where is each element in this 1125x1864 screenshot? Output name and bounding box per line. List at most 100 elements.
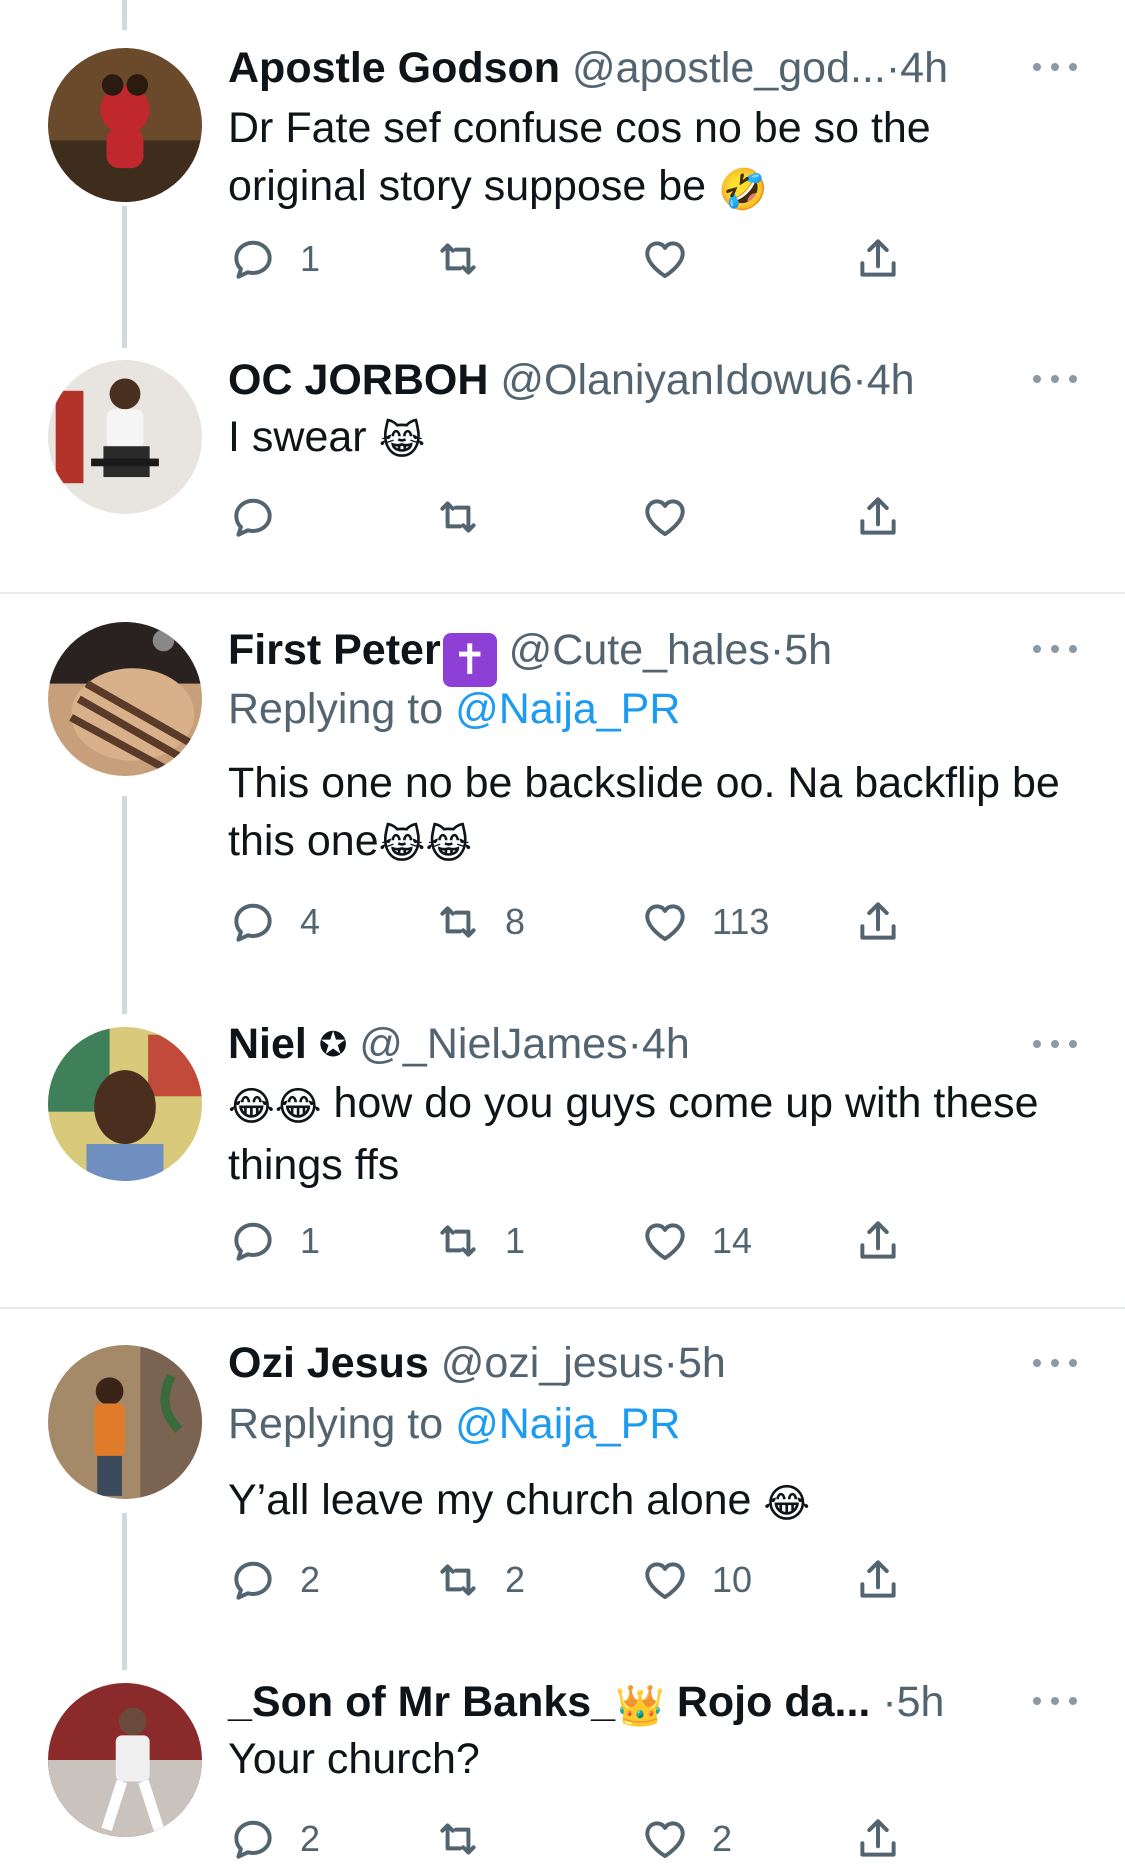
retweet-count: 1: [505, 1220, 526, 1261]
retweet-button[interactable]: 2: [433, 1555, 525, 1605]
timestamp[interactable]: 5h: [784, 626, 832, 674]
tweet-text: Your church?: [228, 1735, 480, 1783]
author-name[interactable]: OC JORBOH: [228, 356, 488, 404]
share-icon: [860, 1819, 896, 1857]
timestamp[interactable]: 4h: [642, 1020, 690, 1068]
heart-icon: [645, 241, 685, 279]
tweet-header: _Son of Mr Banks_👑 Rojo da... ·5h: [228, 1676, 1065, 1729]
tweet-header: Ozi Jesus @ozi_jesus·5h: [228, 1337, 1065, 1389]
laughing-tears-emoji: 😂😂: [228, 1084, 322, 1130]
share-icon: [860, 902, 896, 940]
author-handle[interactable]: @_NielJames: [359, 1020, 627, 1068]
author-name[interactable]: Niel: [228, 1020, 307, 1068]
share-button[interactable]: [853, 234, 903, 284]
reply-button[interactable]: 1: [228, 1216, 320, 1266]
reply-icon: [234, 1222, 272, 1261]
reply-button[interactable]: 4: [228, 897, 320, 947]
reply-count: 1: [300, 238, 321, 279]
heart-icon: [645, 1223, 685, 1261]
replying-to: Replying to @Naija_PR: [228, 682, 680, 736]
share-button[interactable]: [853, 897, 903, 947]
reply-button[interactable]: 2: [228, 1555, 320, 1605]
author-handle[interactable]: @ozi_jesus: [441, 1339, 664, 1387]
retweet-icon: [440, 1823, 476, 1855]
timestamp[interactable]: 4h: [900, 44, 948, 92]
more-options-icon[interactable]: [1033, 642, 1077, 656]
more-options-icon[interactable]: [1033, 1037, 1077, 1051]
avatar[interactable]: [48, 360, 202, 514]
more-options-icon[interactable]: [1033, 1356, 1077, 1370]
like-count: 2: [712, 1818, 733, 1859]
tweet-header: First Peter ✝ @Cute_hales·5h: [228, 624, 1065, 687]
tweet-body: I swear 😹: [228, 408, 1068, 470]
thread-line: [122, 796, 127, 1014]
share-button[interactable]: [853, 1216, 903, 1266]
reply-icon: [234, 1561, 272, 1600]
mention-link[interactable]: @Naija_PR: [455, 1400, 680, 1448]
retweet-icon: [440, 501, 476, 533]
retweet-button[interactable]: [433, 492, 505, 542]
author-name-continued[interactable]: Rojo da...: [677, 1678, 871, 1726]
retweet-button[interactable]: 1: [433, 1216, 525, 1266]
like-button[interactable]: [640, 492, 712, 542]
avatar[interactable]: [48, 1027, 202, 1181]
tweet-actions: [228, 492, 948, 542]
author-handle[interactable]: @Cute_hales: [509, 626, 770, 674]
share-button[interactable]: [853, 1555, 903, 1605]
separator: ·: [882, 1678, 897, 1726]
like-count: 113: [712, 901, 770, 942]
conversation-divider: [0, 1307, 1125, 1309]
heart-icon: [645, 499, 685, 537]
tweet-body: 😂😂 how do you guys come up with these th…: [228, 1074, 1068, 1194]
retweet-button[interactable]: 8: [433, 897, 525, 947]
timestamp[interactable]: 5h: [897, 1678, 945, 1726]
more-options-icon[interactable]: [1033, 372, 1077, 386]
like-button[interactable]: 10: [640, 1555, 752, 1605]
avatar[interactable]: [48, 48, 202, 202]
author-handle[interactable]: @apostle_god...: [572, 44, 886, 92]
more-options-icon[interactable]: [1033, 1694, 1077, 1708]
retweet-button[interactable]: [433, 234, 505, 284]
laughing-tears-emoji: 😂: [763, 1481, 811, 1527]
heart-icon: [645, 904, 685, 942]
avatar[interactable]: [48, 1345, 202, 1499]
verified-star-icon: ✪: [318, 1025, 348, 1065]
retweet-button[interactable]: [433, 1814, 505, 1864]
avatar[interactable]: [48, 622, 202, 776]
reply-button[interactable]: 2: [228, 1814, 320, 1864]
cat-tears-emoji: 😹: [378, 418, 426, 464]
more-options-icon[interactable]: [1033, 60, 1077, 74]
author-name[interactable]: _Son of Mr Banks_: [228, 1678, 615, 1726]
reply-icon: [234, 240, 272, 279]
thread-line: [122, 0, 127, 30]
retweet-icon: [440, 906, 476, 938]
tweet-header: Niel ✪ @_NielJames·4h: [228, 1018, 1065, 1070]
tweet-text: I swear: [228, 413, 367, 461]
like-button[interactable]: [640, 234, 712, 284]
tweet-actions: 4 8 113: [228, 897, 948, 947]
author-name[interactable]: First Peter: [228, 626, 441, 674]
timestamp[interactable]: 5h: [678, 1339, 726, 1387]
author-name[interactable]: Apostle Godson: [228, 44, 560, 92]
separator: ·: [769, 626, 785, 674]
avatar[interactable]: [48, 1683, 202, 1837]
tweet-actions: 2 2 10: [228, 1555, 948, 1605]
tweet-actions: 2 2: [228, 1814, 948, 1864]
timestamp[interactable]: 4h: [867, 356, 915, 404]
author-name[interactable]: Ozi Jesus: [228, 1339, 429, 1387]
tweet-actions: 1: [228, 234, 948, 284]
like-button[interactable]: 113: [640, 897, 769, 947]
retweet-icon: [440, 243, 476, 275]
tweet-body: Y’all leave my church alone 😂: [228, 1471, 1068, 1533]
like-button[interactable]: 2: [640, 1814, 732, 1864]
author-handle[interactable]: @OlaniyanIdowu6: [500, 356, 852, 404]
mention-link[interactable]: @Naija_PR: [455, 685, 680, 733]
share-button[interactable]: [853, 1814, 903, 1864]
cross-badge-icon: ✝: [442, 633, 497, 687]
tweet-text: how do you guys come up with these thing…: [228, 1079, 1039, 1189]
share-button[interactable]: [853, 492, 903, 542]
reply-button[interactable]: [228, 492, 300, 542]
reply-button[interactable]: 1: [228, 234, 320, 284]
share-icon: [860, 1560, 896, 1598]
like-button[interactable]: 14: [640, 1216, 752, 1266]
